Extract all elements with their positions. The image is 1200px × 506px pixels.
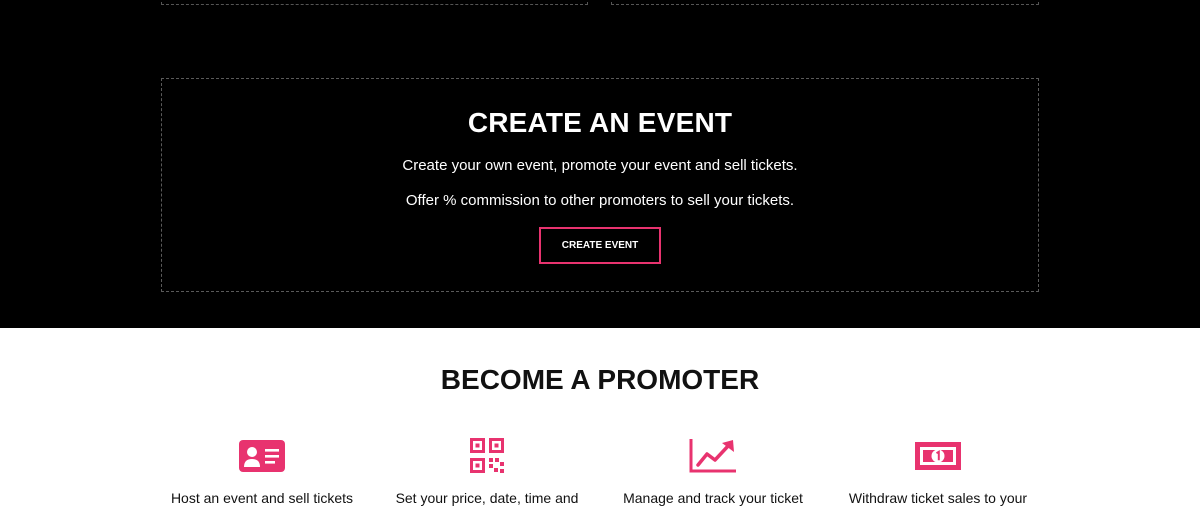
feature-label: Withdraw ticket sales to your <box>848 490 1028 506</box>
create-event-title: CREATE AN EVENT <box>467 107 733 138</box>
create-event-box: CREATE AN EVENT Create your own event, p… <box>161 78 1039 292</box>
id-card-icon <box>239 440 285 472</box>
feature-label: Host an event and sell tickets <box>170 490 354 506</box>
feature-withdraw-sales: Withdraw ticket sales to your <box>838 438 1038 506</box>
feature-label: Manage and track your ticket <box>623 490 803 506</box>
create-event-description-1: Create your own event, promote your even… <box>402 157 798 174</box>
become-promoter-title: BECOME A PROMOTER <box>440 364 760 395</box>
create-event-button[interactable]: CREATE EVENT <box>539 227 661 264</box>
dark-section: CREATE AN EVENT Create your own event, p… <box>0 0 1200 328</box>
create-event-description-2: Offer % commission to other promoters to… <box>405 192 795 209</box>
money-bill-icon <box>915 442 961 470</box>
qr-code-icon <box>470 438 504 473</box>
feature-host-event: Host an event and sell tickets <box>162 438 362 506</box>
feature-set-price: Set your price, date, time and <box>387 438 587 506</box>
feature-manage-track: Manage and track your ticket <box>613 438 813 506</box>
previous-card-right <box>611 0 1039 5</box>
trending-chart-icon <box>689 439 736 473</box>
feature-label: Set your price, date, time and <box>395 490 579 506</box>
previous-card-left <box>161 0 588 5</box>
